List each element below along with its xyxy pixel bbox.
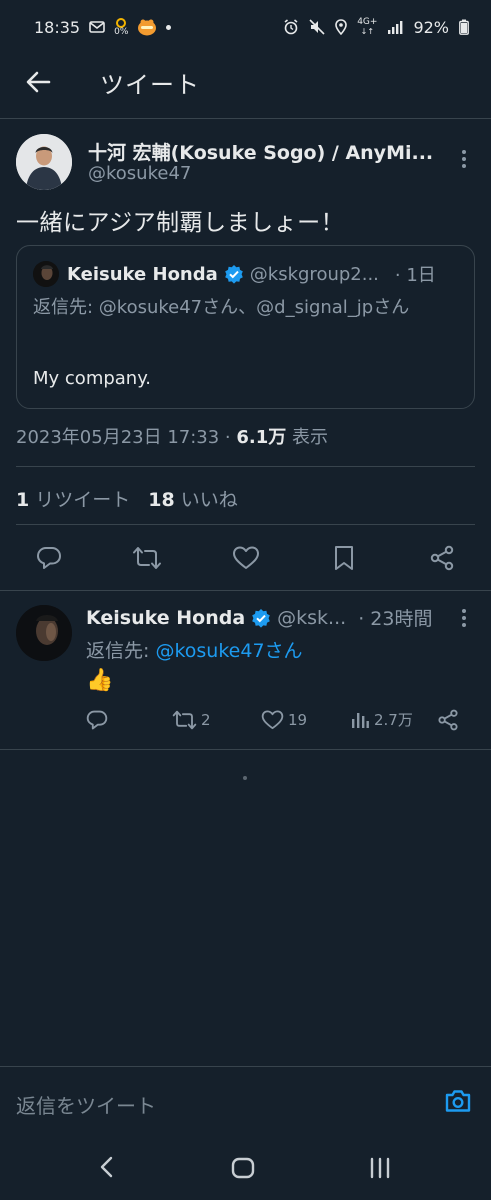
heart-icon bbox=[233, 546, 259, 569]
data-saver-value: 0% bbox=[114, 26, 129, 37]
bookmark-icon bbox=[335, 546, 353, 570]
retweet-icon bbox=[172, 710, 197, 730]
quote-reply-context: 返信先: @kosuke47さん、@d_signal_jpさん bbox=[33, 294, 463, 322]
tweet-meta: 2023年05月23日 17:33 · 6.1万 表示 bbox=[16, 423, 328, 449]
back-button[interactable] bbox=[22, 66, 54, 98]
quote-author-avatar bbox=[33, 261, 59, 287]
quote-header: Keisuke Honda @kskgroup2... · 1日 bbox=[67, 261, 436, 287]
quote-text: My company. bbox=[33, 368, 152, 389]
app-notification-icon bbox=[137, 18, 157, 36]
data-saver-icon: 0% bbox=[114, 17, 129, 37]
retweets-stat[interactable]: 1 リツイート bbox=[16, 485, 130, 512]
person-photo-icon bbox=[16, 134, 72, 190]
reply-header: Keisuke Honda @ksk... · 23時間 bbox=[86, 604, 432, 631]
system-nav-bar bbox=[0, 1134, 491, 1200]
tweet-action-bar bbox=[0, 531, 491, 587]
reply-action-bar: 2 19 2.7万 bbox=[0, 705, 491, 737]
quote-time: · 1日 bbox=[394, 265, 436, 286]
reply-button[interactable] bbox=[34, 543, 64, 573]
reply-author-handle[interactable]: @ksk... bbox=[277, 607, 346, 629]
network-type: 4G+ ↓↑ bbox=[357, 17, 378, 37]
reply-author-name[interactable]: Keisuke Honda bbox=[86, 607, 245, 629]
recents-icon bbox=[370, 1157, 390, 1179]
author-name[interactable]: 十河 宏輔(Kosuke Sogo) / AnyMi... bbox=[88, 138, 433, 165]
reply-retweet-count: 2 bbox=[201, 711, 211, 729]
signal-icon bbox=[387, 20, 403, 34]
reply-author-avatar[interactable] bbox=[16, 605, 72, 661]
reply-composer: 返信をツイート bbox=[0, 1066, 491, 1134]
reply-to-link[interactable]: @kosuke47さん bbox=[155, 640, 302, 662]
verified-badge-icon bbox=[252, 608, 270, 628]
status-bar: 18:35 0% 4G+ ↓↑ 92% bbox=[0, 0, 491, 54]
reply-time: · 23時間 bbox=[358, 608, 433, 630]
top-app-bar: ツイート bbox=[0, 54, 491, 110]
reply-more-options-icon[interactable] bbox=[456, 609, 472, 627]
camera-button[interactable] bbox=[443, 1086, 473, 1116]
header-divider bbox=[0, 118, 491, 119]
reply-input[interactable]: 返信をツイート bbox=[16, 1090, 156, 1119]
nav-back-button[interactable] bbox=[96, 1154, 120, 1180]
mute-icon bbox=[309, 19, 325, 35]
arrow-left-icon bbox=[26, 71, 51, 93]
nav-recents-button[interactable] bbox=[367, 1156, 393, 1180]
reply-text: 👍 bbox=[86, 668, 114, 693]
meta-divider bbox=[16, 466, 475, 467]
more-options-icon[interactable] bbox=[456, 150, 472, 168]
retweet-button[interactable] bbox=[131, 543, 163, 573]
share-button[interactable] bbox=[427, 543, 457, 573]
views-label: 表示 bbox=[286, 427, 329, 448]
nav-home-button[interactable] bbox=[230, 1156, 256, 1180]
page-title: ツイート bbox=[100, 71, 200, 99]
tweet-timestamp: 2023年05月23日 17:33 · bbox=[16, 427, 237, 448]
location-icon bbox=[335, 19, 347, 35]
reply-divider bbox=[0, 749, 491, 750]
person-photo-icon bbox=[33, 261, 59, 287]
quote-author-name: Keisuke Honda bbox=[67, 263, 218, 285]
author-avatar[interactable] bbox=[16, 134, 72, 190]
likes-stat[interactable]: 18 いいね bbox=[148, 485, 238, 512]
quote-reply-to[interactable]: @kosuke47さん、@d_signal_jpさん bbox=[99, 297, 409, 318]
share-icon bbox=[430, 545, 454, 571]
dot-icon bbox=[166, 24, 172, 30]
reply-like-count: 19 bbox=[288, 711, 308, 729]
views-chart-icon bbox=[352, 712, 369, 728]
loading-indicator bbox=[243, 776, 247, 780]
reply-views-button[interactable]: 2.7万 bbox=[350, 709, 413, 730]
battery-percent: 92% bbox=[413, 17, 449, 37]
verified-badge-icon bbox=[224, 265, 243, 284]
reply-icon bbox=[37, 547, 61, 569]
heart-icon bbox=[261, 710, 284, 730]
like-button[interactable] bbox=[231, 543, 261, 573]
reply-context: 返信先: @kosuke47さん bbox=[86, 636, 303, 663]
home-icon bbox=[231, 1157, 255, 1179]
camera-icon bbox=[445, 1090, 471, 1112]
reply-icon bbox=[86, 710, 108, 730]
reply-retweet-button[interactable]: 2 bbox=[172, 709, 211, 731]
share-icon bbox=[438, 709, 458, 731]
reply-prefix: 返信先: bbox=[86, 640, 156, 662]
chevron-left-icon bbox=[100, 1156, 113, 1178]
reply-share-button[interactable] bbox=[437, 709, 459, 731]
stats-divider bbox=[16, 524, 475, 525]
actions-divider bbox=[0, 590, 491, 591]
quote-reply-prefix: 返信先: bbox=[33, 297, 99, 318]
tweet-stats: 1 リツイート 18 いいね bbox=[16, 485, 238, 512]
person-photo-icon bbox=[16, 605, 72, 661]
bookmark-button[interactable] bbox=[329, 543, 359, 573]
battery-icon bbox=[459, 19, 469, 35]
author-handle[interactable]: @kosuke47 bbox=[88, 163, 191, 184]
views-count: 6.1万 bbox=[236, 427, 287, 448]
reply-views-count: 2.7万 bbox=[374, 711, 413, 729]
alarm-icon bbox=[283, 19, 299, 35]
retweet-icon bbox=[133, 547, 161, 569]
mail-notification-icon bbox=[89, 20, 105, 34]
tweet-text: 一緒にアジア制覇しましょー！ bbox=[16, 210, 345, 236]
reply-reply-button[interactable] bbox=[86, 709, 108, 731]
quoted-tweet[interactable]: Keisuke Honda @kskgroup2... · 1日 返信先: @k… bbox=[16, 245, 475, 409]
status-time: 18:35 bbox=[34, 17, 81, 37]
reply-like-button[interactable]: 19 bbox=[261, 709, 307, 731]
quote-author-handle: @kskgroup2... bbox=[249, 263, 379, 285]
